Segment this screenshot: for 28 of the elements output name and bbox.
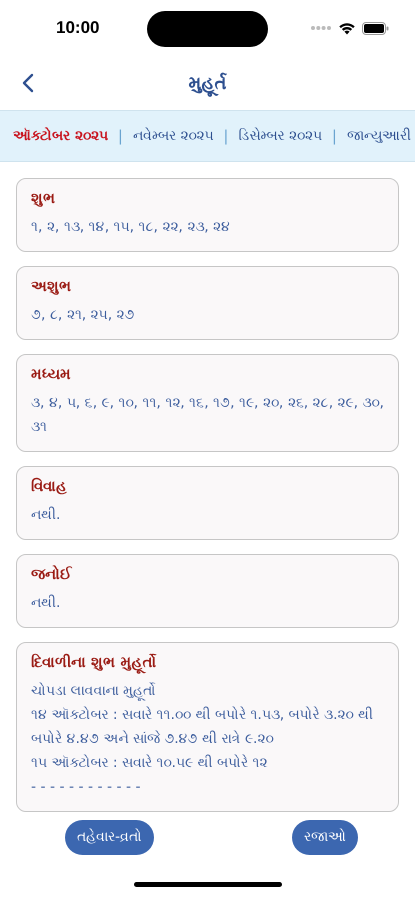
month-tab[interactable]: ઑક્ટોબર ૨૦૨૫	[13, 128, 108, 144]
card-text: ૧૫ ઑક્ટોબર : સવારે ૧૦.૫૯ થી બપોરે ૧૨	[31, 754, 268, 773]
card-title: શુભ	[31, 189, 55, 207]
month-tab[interactable]: નવેમ્બર ૨૦૨૫	[132, 128, 214, 144]
card-title: જનોઈ	[31, 565, 72, 583]
month-tab[interactable]: જાન્યુઆરી	[346, 128, 411, 144]
tab-separator: |	[332, 127, 337, 145]
card-text: ૩, ૪, ૫, ૬, ૯, ૧૦, ૧૧, ૧૨, ૧૬, ૧૭, ૧૯, ૨૦, ૨૬, ૨૮, ૨૯, ૩૦, ૩૧	[31, 394, 384, 437]
card-text: નથી.	[31, 506, 62, 525]
nav-button[interactable]: તહેવાર-વ્રતો	[65, 820, 154, 854]
card-text: નથી.	[31, 594, 62, 613]
card-title: મધ્યમ	[31, 365, 71, 383]
month-tab[interactable]: ડિસેમ્બર ૨૦૨૫	[238, 128, 322, 144]
signal-icon	[310, 25, 332, 31]
back-icon[interactable]	[22, 73, 34, 93]
card-text: ચોપડા લાવવાના મુહૂર્તો	[31, 682, 156, 703]
battery-icon	[362, 22, 389, 34]
status-time: 10:00	[56, 18, 100, 38]
card-text: ૭, ૮, ૨૧, ૨૫, ૨૭	[31, 306, 136, 325]
tab-separator: |	[118, 127, 123, 145]
tab-separator: |	[223, 127, 228, 145]
card-text: - - - - - - - - - - - -	[31, 778, 142, 797]
card-text: ૧, ૨, ૧૩, ૧૪, ૧૫, ૧૮, ૨૨, ૨૩, ૨૪	[31, 218, 232, 237]
card-title: વિવાહ	[31, 477, 67, 495]
card-title: અશુભ	[31, 277, 71, 295]
card-text: ૧૪ ઑક્ટોબર : સવારે ૧૧.૦૦ થી બપોરે ૧.૫૩, બપોરે ૩.૨૦ થી બપોરે ૪.૪૭ અને સાંજે ૭.૪૭ થી રાત્રે ૯.૨૦	[31, 706, 374, 749]
nav-button[interactable]: રજાઓ	[292, 820, 358, 854]
wifi-icon	[338, 22, 356, 34]
